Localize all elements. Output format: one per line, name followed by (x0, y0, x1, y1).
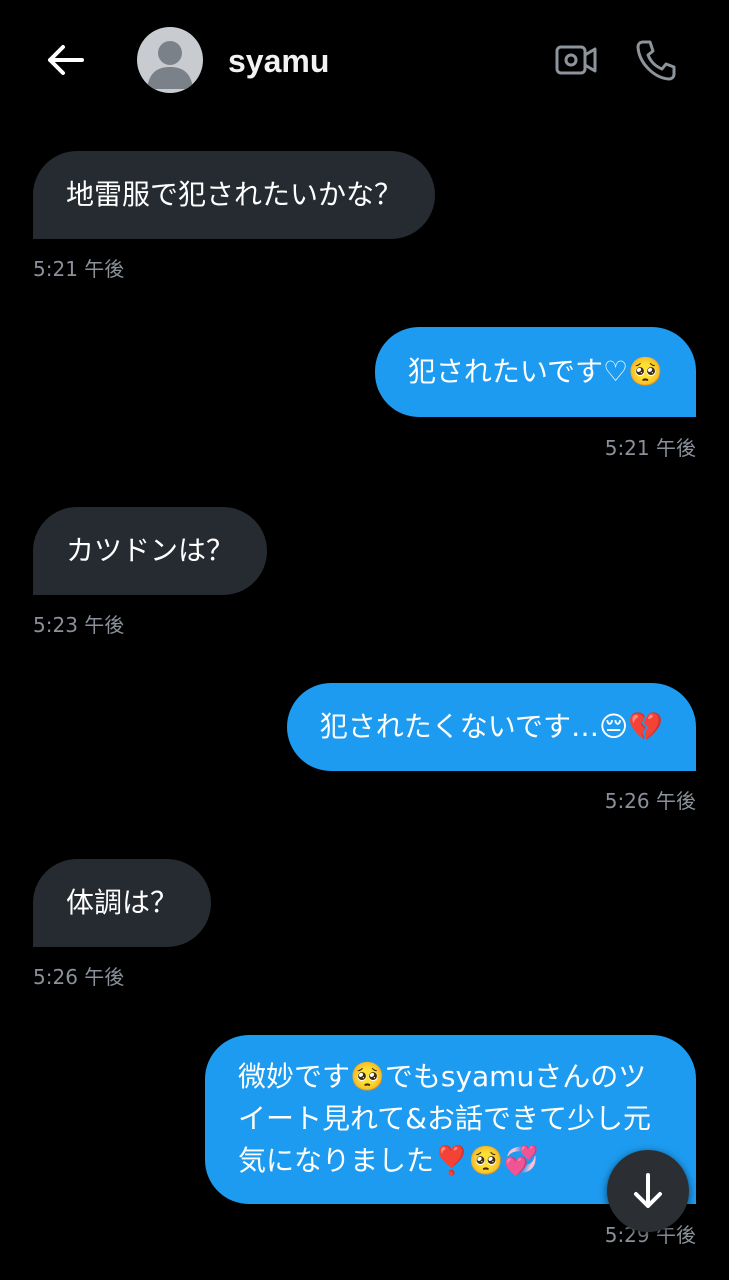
arrow-left-icon (48, 45, 84, 75)
video-call-button[interactable] (552, 38, 600, 82)
conversation-header: syamu (0, 0, 729, 120)
message-timestamp: 5:26 午後 (33, 965, 125, 989)
message-timestamp: 5:23 午後 (33, 613, 125, 637)
message-timestamp: 5:26 午後 (604, 789, 696, 813)
voice-call-button[interactable] (632, 36, 680, 84)
scroll-to-bottom-button[interactable] (607, 1150, 689, 1232)
default-user-icon (147, 41, 193, 89)
message-bubble-incoming[interactable]: 地雷服で犯されたいかな？ (33, 151, 436, 239)
message-bubble-incoming[interactable]: カツドンは？ (33, 507, 268, 595)
video-camera-icon (555, 45, 597, 75)
message-bubble-outgoing[interactable]: 犯されたいです♡🥺 (374, 327, 696, 417)
message-timestamp: 5:21 午後 (604, 436, 696, 460)
avatar[interactable] (137, 27, 203, 93)
message-timestamp: 5:21 午後 (33, 257, 125, 281)
contact-name[interactable]: syamu (228, 40, 329, 82)
phone-icon (636, 40, 676, 81)
message-bubble-outgoing[interactable]: 犯されたくないです…😔💔 (286, 683, 696, 771)
arrow-down-icon (634, 1173, 662, 1208)
back-button[interactable] (40, 38, 90, 82)
message-bubble-incoming[interactable]: 体調は？ (33, 859, 212, 947)
